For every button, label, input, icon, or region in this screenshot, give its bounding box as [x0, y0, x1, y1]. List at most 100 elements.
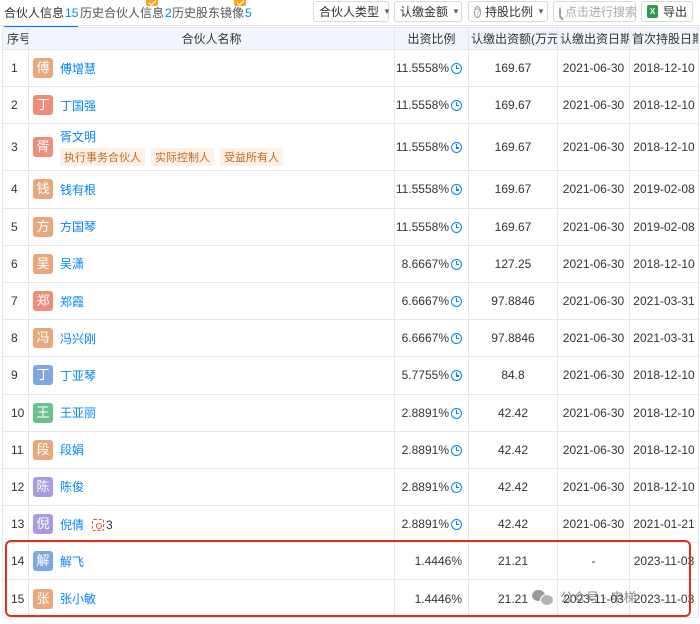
history-clock-icon[interactable]	[451, 258, 462, 270]
name-cell: 钱钱有根	[28, 170, 395, 209]
ratio-cell: 6.6667%	[394, 281, 469, 321]
partner-name-link[interactable]: 钱有根	[60, 183, 96, 197]
avatar: 倪	[33, 514, 53, 535]
relation-graph-icon[interactable]	[92, 518, 105, 531]
amount-cell: 97.8846	[468, 281, 558, 321]
avatar: 郑	[33, 291, 53, 312]
first-date-cell: 2021-03-31	[629, 281, 699, 321]
amount-cell: 97.8846	[468, 319, 558, 358]
ratio-cell: 8.6667%	[394, 244, 469, 283]
sub-date-cell: 2021-06-30	[557, 356, 630, 395]
first-date-cell: 2018-12-10	[629, 393, 699, 432]
avatar: 钱	[33, 179, 53, 200]
tab-history-shareholders-count: 5	[245, 6, 252, 20]
partner-info: 王亚丽	[60, 404, 96, 421]
help-icon: ?	[474, 5, 482, 18]
history-clock-icon[interactable]	[451, 444, 462, 456]
name-cell: 胥胥文明 执行事务合伙人 实际控制人 受益所有人	[28, 123, 395, 172]
ratio-cell: 5.7755%	[394, 356, 469, 395]
role-tag: 实际控制人	[151, 148, 214, 167]
partner-name-link[interactable]: 张小敏	[60, 592, 96, 606]
ratio-value: 2.8891%	[401, 405, 449, 420]
partner-name-line: 陈俊	[60, 478, 84, 495]
amount-cell: 169.67	[468, 86, 558, 125]
partner-name-cell: 张张小敏	[29, 588, 394, 609]
watermark: 公众号 · 申梯	[532, 587, 637, 606]
sub-date-cell: 2021-06-30	[557, 430, 630, 469]
sub-date-cell: 2021-06-30	[557, 281, 630, 321]
ratio-filter[interactable]: ? 持股比例 ▼	[468, 1, 548, 22]
partner-name-link[interactable]: 郑霞	[60, 295, 84, 309]
partner-name-link[interactable]: 傅增慧	[60, 62, 96, 76]
ratio-value: 6.6667%	[401, 331, 449, 346]
sub-date-cell: 2021-06-30	[557, 123, 630, 172]
tab-partner-info[interactable]: 合伙人信息15	[4, 4, 79, 28]
history-clock-icon[interactable]	[451, 481, 462, 493]
col-first-date: 首次持股日期	[629, 27, 699, 50]
partner-name-link[interactable]: 陈俊	[60, 480, 84, 494]
seq-cell: 14	[2, 542, 29, 581]
tab-history-shareholders[interactable]: 历史股东镜像5	[172, 0, 252, 21]
partner-name-link[interactable]: 胥文明	[60, 130, 96, 144]
avatar: 陈	[33, 476, 53, 497]
table-row: 3 胥胥文明 执行事务合伙人 实际控制人 受益所有人 11.5558% 169.67 2021…	[2, 123, 699, 172]
history-clock-icon[interactable]	[451, 296, 462, 308]
name-cell: 冯冯兴刚	[28, 319, 395, 358]
partner-name-line: 丁亚琴	[60, 367, 96, 384]
tab-history-partners-label: 历史合伙人信息	[80, 6, 165, 20]
amount-cell: 42.42	[468, 467, 558, 507]
history-clock-icon[interactable]	[451, 142, 462, 154]
partner-info: 陈俊	[60, 478, 84, 495]
sub-date-cell: 2021-06-30	[557, 505, 630, 544]
col-seq: 序号	[2, 27, 29, 50]
name-cell: 倪倪倩 3	[28, 505, 395, 544]
table-row: 9 丁丁亚琴 5.7755% 84.8 2021-06-30 2018-12-10	[2, 356, 699, 395]
history-clock-icon[interactable]	[451, 184, 462, 196]
partner-name-link[interactable]: 倪倩	[60, 518, 84, 532]
tab-history-partners[interactable]: 历史合伙人信息2	[80, 0, 172, 21]
history-clock-icon[interactable]	[451, 519, 462, 531]
ratio-cell: 11.5558%	[394, 123, 469, 172]
first-date-cell: 2019-02-08	[629, 207, 699, 246]
history-clock-icon[interactable]	[451, 333, 462, 345]
ratio-cell: 11.5558%	[394, 86, 469, 125]
name-cell: 丁丁亚琴	[28, 356, 395, 395]
seq-cell: 10	[2, 393, 29, 432]
search-input[interactable]: 点击进行搜索	[553, 1, 637, 22]
partner-info: 钱有根	[60, 181, 96, 198]
history-clock-icon[interactable]	[451, 63, 462, 75]
col-amount: 认缴出资额(万元)	[468, 27, 558, 50]
amount-filter[interactable]: 认缴金额 ▼	[394, 1, 462, 22]
name-cell: 王王亚丽	[28, 393, 395, 432]
excel-icon: X	[647, 5, 658, 18]
history-clock-icon[interactable]	[451, 100, 462, 112]
partner-name-link[interactable]: 解飞	[60, 555, 84, 569]
export-button[interactable]: X 导出	[641, 1, 693, 22]
partner-name-link[interactable]: 丁亚琴	[60, 369, 96, 383]
partner-name-cell: 陈陈俊	[29, 476, 394, 497]
partner-type-filter[interactable]: 合伙人类型 ▼	[313, 1, 391, 22]
name-cell: 丁丁国强	[28, 86, 395, 125]
avatar: 王	[33, 402, 53, 423]
partner-info: 傅增慧	[60, 60, 96, 77]
partner-name-link[interactable]: 方国琴	[60, 220, 96, 234]
seq-cell: 15	[2, 579, 29, 618]
partner-name-link[interactable]: 吴潇	[60, 257, 84, 271]
partner-name-link[interactable]: 冯兴刚	[60, 332, 96, 346]
seq-cell: 6	[2, 244, 29, 283]
amount-cell: 42.42	[468, 393, 558, 432]
seq-cell: 11	[2, 430, 29, 469]
ratio-cell: 2.8891%	[394, 467, 469, 507]
ratio-cell: 11.5558%	[394, 207, 469, 246]
partner-tags: 执行事务合伙人 实际控制人 受益所有人	[60, 148, 283, 167]
history-clock-icon[interactable]	[451, 407, 462, 419]
partner-name-cell: 胥胥文明 执行事务合伙人 实际控制人 受益所有人	[29, 128, 394, 167]
history-clock-icon[interactable]	[451, 221, 462, 233]
partner-name-link[interactable]: 王亚丽	[60, 406, 96, 420]
avatar: 吴	[33, 253, 53, 274]
partner-name-link[interactable]: 段娟	[60, 443, 84, 457]
history-clock-icon[interactable]	[451, 370, 462, 382]
partner-name-link[interactable]: 丁国强	[60, 99, 96, 113]
ratio-value: 2.8891%	[401, 517, 449, 532]
seq-cell: 8	[2, 319, 29, 358]
